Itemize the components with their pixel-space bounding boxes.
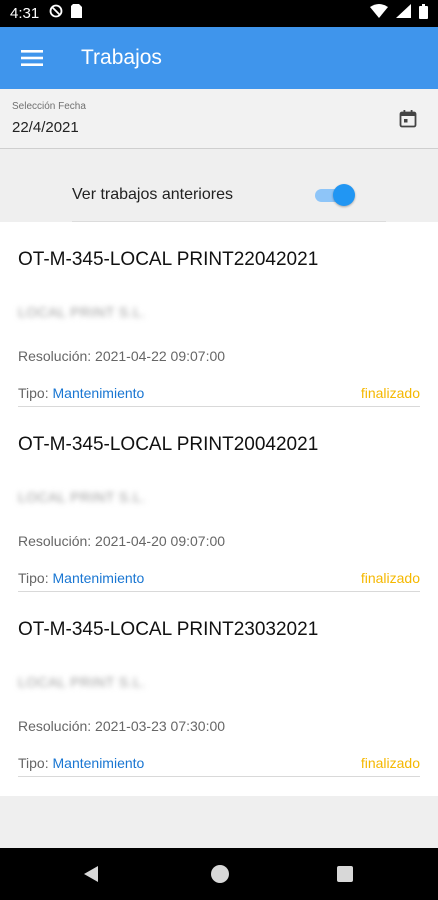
home-icon[interactable] bbox=[211, 865, 229, 883]
job-type-value: Mantenimiento bbox=[52, 385, 145, 401]
status-time: 4:31 bbox=[10, 5, 40, 22]
job-status: finalizado bbox=[360, 385, 420, 401]
job-title: OT-M-345-LOCAL PRINT20042021 bbox=[18, 434, 319, 455]
job-title: OT-M-345-LOCAL PRINT23032021 bbox=[18, 619, 319, 640]
job-resolution: Resolución: 2021-04-20 09:07:00 bbox=[18, 533, 226, 549]
job-type-value: Mantenimiento bbox=[52, 755, 145, 771]
job-type-label: Tipo: bbox=[18, 755, 49, 771]
job-card[interactable]: OT-M-345-LOCAL PRINT22042021 LOCAL PRINT… bbox=[0, 222, 438, 407]
job-status: finalizado bbox=[360, 570, 420, 586]
job-type: Tipo: Mantenimiento bbox=[18, 570, 144, 586]
job-title: OT-M-345-LOCAL PRINT22042021 bbox=[18, 249, 319, 270]
job-resolution: Resolución: 2021-04-22 09:07:00 bbox=[18, 348, 226, 364]
job-client: LOCAL PRINT S.L. bbox=[18, 304, 146, 320]
job-resolution: Resolución: 2021-03-23 07:30:00 bbox=[18, 718, 226, 734]
app-bar: Trabajos bbox=[0, 27, 438, 89]
wifi-icon bbox=[370, 4, 388, 23]
job-status: finalizado bbox=[360, 755, 420, 771]
job-type-label: Tipo: bbox=[18, 385, 49, 401]
show-previous-jobs-switch[interactable] bbox=[315, 184, 355, 206]
job-type-label: Tipo: bbox=[18, 570, 49, 586]
navigation-bar bbox=[0, 848, 438, 900]
show-previous-jobs-label: Ver trabajos anteriores bbox=[72, 186, 233, 203]
job-client: LOCAL PRINT S.L. bbox=[18, 489, 146, 505]
jobs-list: OT-M-345-LOCAL PRINT22042021 LOCAL PRINT… bbox=[0, 222, 438, 796]
no-disturb-icon bbox=[49, 4, 63, 23]
job-card[interactable]: OT-M-345-LOCAL PRINT23032021 LOCAL PRINT… bbox=[0, 592, 438, 777]
sim-card-icon bbox=[71, 4, 83, 23]
hamburger-menu-icon[interactable] bbox=[0, 27, 64, 89]
show-previous-jobs-row: Ver trabajos anteriores bbox=[0, 166, 438, 222]
date-field-value[interactable]: 22/4/2021 bbox=[12, 119, 79, 136]
job-type-value: Mantenimiento bbox=[52, 570, 145, 586]
recent-apps-icon[interactable] bbox=[337, 866, 353, 882]
job-card[interactable]: OT-M-345-LOCAL PRINT20042021 LOCAL PRINT… bbox=[0, 407, 438, 592]
divider bbox=[18, 776, 420, 777]
calendar-icon[interactable] bbox=[398, 109, 418, 129]
date-field-label: Selección Fecha bbox=[12, 101, 86, 112]
signal-icon bbox=[396, 4, 411, 23]
page-title: Trabajos bbox=[81, 46, 162, 69]
job-type: Tipo: Mantenimiento bbox=[18, 755, 144, 771]
job-client: LOCAL PRINT S.L. bbox=[18, 674, 146, 690]
job-type: Tipo: Mantenimiento bbox=[18, 385, 144, 401]
switch-thumb bbox=[333, 184, 355, 206]
date-field[interactable]: Selección Fecha 22/4/2021 bbox=[0, 89, 438, 149]
battery-icon bbox=[419, 3, 428, 24]
back-icon[interactable] bbox=[82, 864, 100, 889]
status-bar: 4:31 bbox=[0, 0, 438, 27]
